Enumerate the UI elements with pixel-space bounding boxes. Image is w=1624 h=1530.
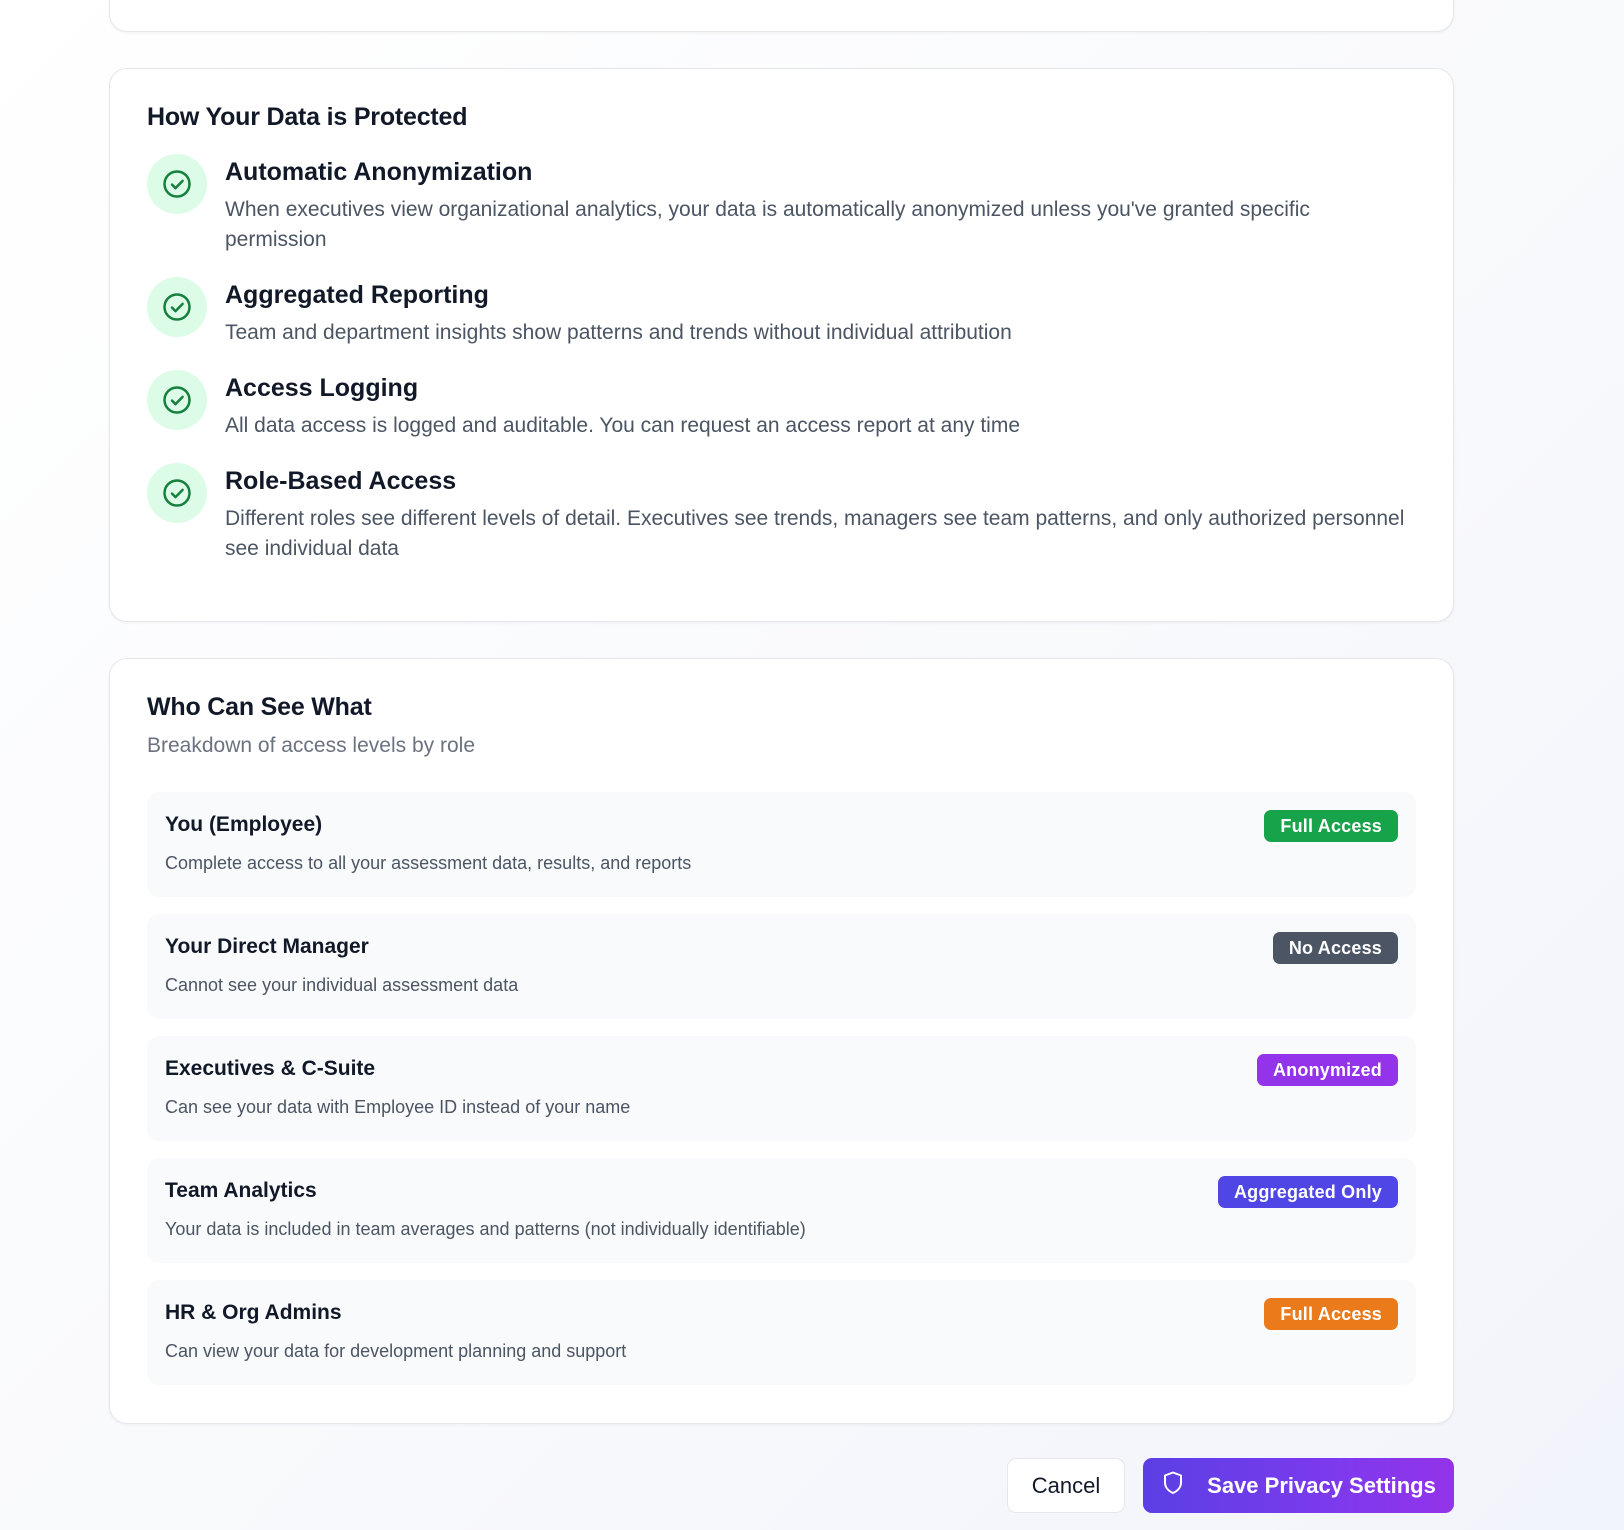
access-levels-title: Who Can See What bbox=[147, 693, 372, 721]
cancel-button[interactable]: Cancel bbox=[1007, 1458, 1125, 1513]
save-privacy-settings-button[interactable]: Save Privacy Settings bbox=[1143, 1458, 1454, 1513]
access-badge: Full Access bbox=[1264, 810, 1398, 842]
feature-description: Different roles see different levels of … bbox=[225, 507, 1405, 560]
role-description: Complete access to all your assessment d… bbox=[165, 853, 692, 873]
role-title: HR & Org Admins bbox=[165, 1301, 342, 1324]
role-title: You (Employee) bbox=[165, 813, 323, 836]
role-item-team-analytics: Team Analytics Your data is included in … bbox=[147, 1158, 1416, 1263]
role-title: Team Analytics bbox=[165, 1179, 317, 1202]
access-badge: Aggregated Only bbox=[1217, 1176, 1398, 1208]
role-description: Cannot see your individual assessment da… bbox=[165, 975, 519, 995]
feature-text: Access Logging All data access is logged… bbox=[225, 370, 1020, 441]
feature-automatic-anonymization: Automatic Anonymization When executives … bbox=[147, 154, 1416, 255]
feature-description: Team and department insights show patter… bbox=[225, 321, 1012, 344]
role-description: Can view your data for development plann… bbox=[165, 1341, 627, 1361]
feature-description: All data access is logged and auditable.… bbox=[225, 414, 1021, 437]
protection-feature-list: Automatic Anonymization When executives … bbox=[147, 154, 1416, 564]
data-protection-card: How Your Data is Protected Automatic Ano… bbox=[109, 68, 1454, 622]
role-title: Your Direct Manager bbox=[165, 935, 369, 958]
role-item-direct-manager: Your Direct Manager Cannot see your indi… bbox=[147, 914, 1416, 1019]
access-badge: No Access bbox=[1272, 932, 1398, 964]
role-description: Your data is included in team averages a… bbox=[165, 1219, 806, 1239]
save-button-label: Save Privacy Settings bbox=[1207, 1472, 1436, 1498]
feature-text: Aggregated Reporting Team and department… bbox=[225, 277, 1012, 348]
access-badge: Anonymized bbox=[1256, 1054, 1398, 1086]
feature-aggregated-reporting: Aggregated Reporting Team and department… bbox=[147, 277, 1416, 348]
access-levels-subtitle: Breakdown of access levels by role bbox=[147, 734, 475, 757]
form-actions: Cancel Save Privacy Settings bbox=[1007, 1458, 1454, 1513]
previous-card bbox=[109, 0, 1454, 32]
feature-title: Role-Based Access bbox=[225, 467, 457, 495]
feature-description: When executives view organizational anal… bbox=[225, 198, 1310, 251]
role-item-executives: Executives & C-Suite Can see your data w… bbox=[147, 1036, 1416, 1141]
access-levels-card: Who Can See What Breakdown of access lev… bbox=[109, 658, 1454, 1424]
role-list: You (Employee) Complete access to all yo… bbox=[147, 792, 1416, 1385]
feature-title: Aggregated Reporting bbox=[225, 281, 489, 309]
check-circle-icon bbox=[147, 370, 207, 430]
feature-text: Role-Based Access Different roles see di… bbox=[225, 463, 1416, 564]
feature-text: Automatic Anonymization When executives … bbox=[225, 154, 1416, 255]
role-item-hr-admins: HR & Org Admins Can view your data for d… bbox=[147, 1280, 1416, 1385]
role-description: Can see your data with Employee ID inste… bbox=[165, 1097, 631, 1117]
access-badge: Full Access bbox=[1264, 1298, 1398, 1330]
feature-role-based-access: Role-Based Access Different roles see di… bbox=[147, 463, 1416, 564]
feature-access-logging: Access Logging All data access is logged… bbox=[147, 370, 1416, 441]
role-title: Executives & C-Suite bbox=[165, 1057, 376, 1080]
check-circle-icon bbox=[147, 277, 207, 337]
check-circle-icon bbox=[147, 154, 207, 214]
shield-icon bbox=[1161, 1470, 1185, 1502]
check-circle-icon bbox=[147, 463, 207, 523]
feature-title: Access Logging bbox=[225, 374, 419, 402]
data-protection-title: How Your Data is Protected bbox=[147, 103, 468, 131]
feature-title: Automatic Anonymization bbox=[225, 158, 533, 186]
role-item-employee: You (Employee) Complete access to all yo… bbox=[147, 792, 1416, 897]
